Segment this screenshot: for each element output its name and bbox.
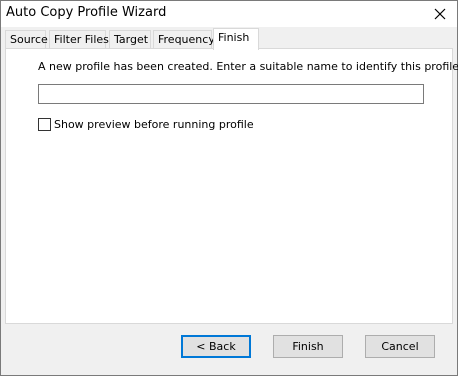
finish-button[interactable]: Finish xyxy=(273,335,343,358)
cancel-button[interactable]: Cancel xyxy=(365,335,435,358)
back-button[interactable]: < Back xyxy=(181,335,251,358)
close-icon xyxy=(434,8,446,20)
window-title: Auto Copy Profile Wizard xyxy=(6,5,167,20)
tab-frequency[interactable]: Frequency xyxy=(153,30,215,49)
wizard-window: Auto Copy Profile Wizard Source Filter F… xyxy=(0,0,458,376)
finish-panel: A new profile has been created. Enter a … xyxy=(5,48,458,324)
finish-message: A new profile has been created. Enter a … xyxy=(38,60,458,73)
title-bar: Auto Copy Profile Wizard xyxy=(1,1,457,27)
preview-checkbox[interactable] xyxy=(38,118,51,131)
tab-source[interactable]: Source xyxy=(5,30,48,49)
preview-checkbox-label[interactable]: Show preview before running profile xyxy=(54,118,254,131)
profile-name-input[interactable] xyxy=(38,84,424,104)
tab-strip: Source Filter Files Target Frequency Fin… xyxy=(5,28,455,50)
tab-target[interactable]: Target xyxy=(109,30,151,49)
close-button[interactable] xyxy=(429,3,451,25)
tab-finish[interactable]: Finish xyxy=(213,28,259,50)
tab-filter-files[interactable]: Filter Files xyxy=(49,30,109,49)
preview-checkbox-row[interactable]: Show preview before running profile xyxy=(38,118,254,131)
